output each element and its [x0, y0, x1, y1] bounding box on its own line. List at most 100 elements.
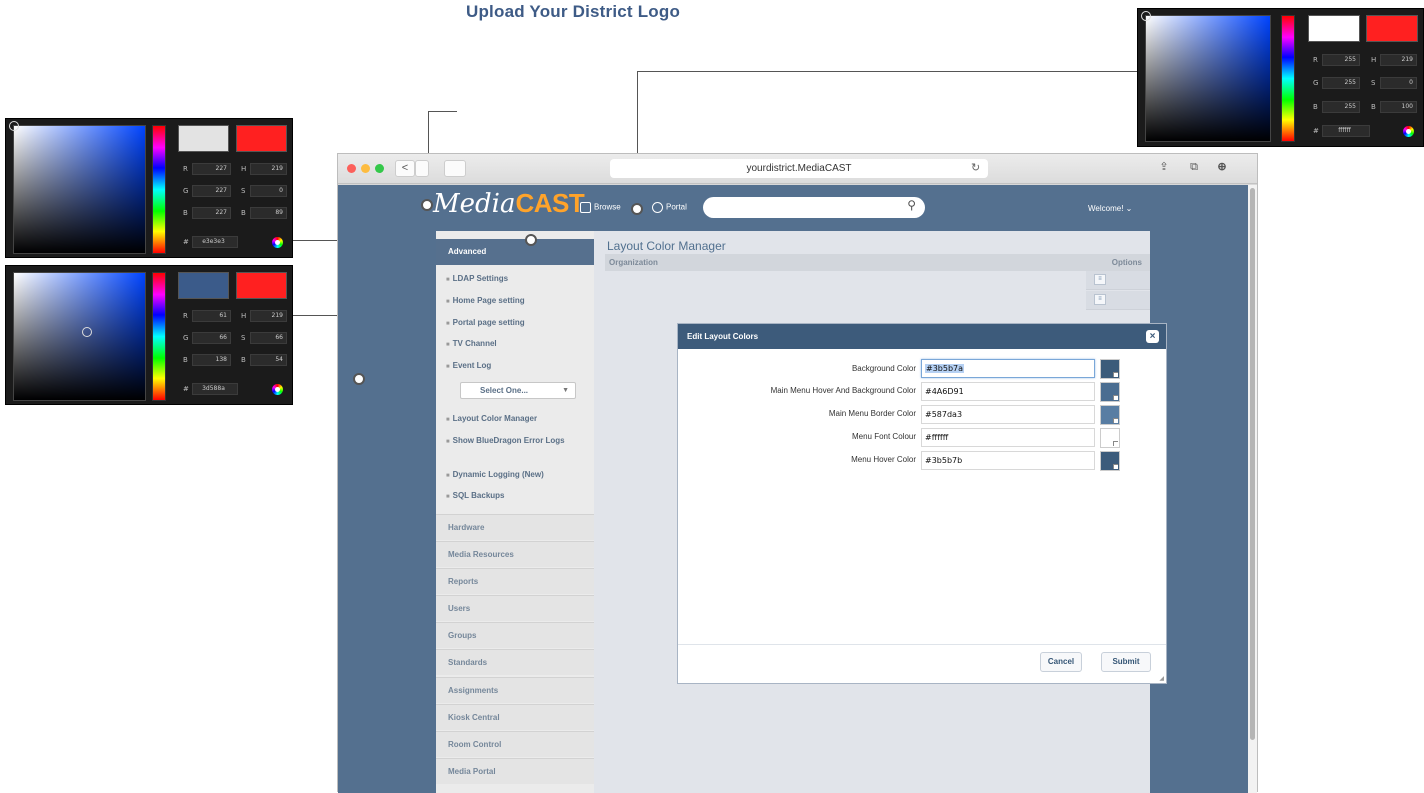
r-field[interactable]: 255 [1322, 54, 1360, 66]
saturation-brightness-field[interactable] [13, 272, 146, 401]
column-organization: Organization [609, 258, 658, 267]
cancel-button[interactable]: Cancel [1040, 652, 1082, 672]
tabs-icon[interactable]: ⧉ [1184, 160, 1204, 177]
s-field[interactable]: 0 [250, 185, 287, 197]
sidebar-section-groups[interactable]: Groups [436, 622, 594, 648]
share-icon[interactable]: ⇪ [1154, 160, 1174, 177]
color-picker-blue[interactable]: R 61 H 219 G 66 S 66 B 138 B 54 # 3d588a [5, 265, 293, 405]
portal-link[interactable]: Portal [652, 202, 687, 213]
back-button[interactable]: < [395, 160, 415, 177]
event-log-select[interactable]: Select One... ▼ [460, 382, 576, 399]
sidebar-toggle-icon[interactable] [444, 160, 466, 177]
menu-hover-bg-input[interactable]: #4A6D91 [921, 382, 1095, 401]
r-label: R [183, 165, 188, 173]
close-icon[interactable]: × [1146, 330, 1159, 343]
sidebar-item-ldap[interactable]: ■ LDAP Settings [446, 273, 508, 286]
minimize-window-button[interactable] [361, 164, 370, 173]
sidebar-item-bluedragon[interactable]: ■ Show BlueDragon Error Logs [446, 435, 578, 448]
g-field[interactable]: 66 [192, 332, 231, 344]
hue-slider[interactable] [1281, 15, 1295, 142]
forward-button[interactable] [415, 160, 429, 177]
r-field[interactable]: 61 [192, 310, 231, 322]
s-field[interactable]: 0 [1380, 77, 1417, 89]
sidebar-section-users[interactable]: Users [436, 595, 594, 621]
menu-border-input[interactable]: #587da3 [921, 405, 1095, 424]
hex-field[interactable]: 3d588a [192, 383, 238, 395]
maximize-window-button[interactable] [375, 164, 384, 173]
s-field[interactable]: 66 [250, 332, 287, 344]
menu-hover-bg-swatch[interactable] [1100, 382, 1120, 402]
g-field[interactable]: 227 [192, 185, 231, 197]
picker-cursor[interactable] [1141, 11, 1151, 21]
color-wheel-icon[interactable] [272, 384, 283, 395]
submit-button[interactable]: Submit [1101, 652, 1151, 672]
sidebar-section-media-portal[interactable]: Media Portal [436, 758, 594, 784]
sidebar-section-assignments[interactable]: Assignments [436, 677, 594, 703]
callout-marker-background [353, 373, 365, 385]
menu-font-swatch[interactable] [1100, 428, 1120, 448]
saturation-brightness-field[interactable] [9, 121, 146, 254]
h-field[interactable]: 219 [250, 310, 287, 322]
b-field[interactable]: 255 [1322, 101, 1360, 113]
hex-label: # [183, 238, 189, 246]
sidebar-item-sql-backups[interactable]: ■ SQL Backups [446, 490, 505, 503]
scrollbar-thumb[interactable] [1250, 188, 1255, 740]
reload-icon[interactable]: ↻ [971, 159, 980, 178]
download-icon[interactable]: ⊕ [1212, 160, 1232, 177]
background-color-input[interactable]: #3b5b7a [921, 359, 1095, 378]
edit-row-button[interactable]: ≡ [1094, 274, 1106, 285]
brightness-field[interactable]: 54 [250, 354, 287, 366]
hue-slider[interactable] [152, 125, 166, 254]
mediacast-app: MediaCAST Browse Portal ⚲ Welcome! ⌄ Adv… [338, 185, 1248, 793]
sidebar-section-room-control[interactable]: Room Control [436, 731, 594, 757]
hex-field[interactable]: ffffff [1322, 125, 1370, 137]
edit-row-button[interactable]: ≡ [1094, 294, 1106, 305]
resize-handle-icon[interactable]: ◢ [1159, 675, 1164, 682]
color-wheel-icon[interactable] [1403, 126, 1414, 137]
welcome-menu[interactable]: Welcome! ⌄ [1088, 204, 1132, 213]
sidebar-section-media-resources[interactable]: Media Resources [436, 541, 594, 567]
picker-cursor[interactable] [9, 121, 19, 131]
sidebar-header-advanced[interactable]: Advanced [436, 239, 594, 265]
menu-hover-input[interactable]: #3b5b7b [921, 451, 1095, 470]
b-field[interactable]: 227 [192, 207, 231, 219]
sidebar-item-home-page[interactable]: ■ Home Page setting [446, 295, 525, 308]
sidebar-item-layout-color[interactable]: ■ Layout Color Manager [446, 413, 537, 426]
g-label: G [1313, 79, 1319, 87]
background-color-swatch[interactable] [1100, 359, 1120, 379]
browse-link[interactable]: Browse [580, 202, 621, 213]
brightness-field[interactable]: 100 [1380, 101, 1417, 113]
sidebar-section-hardware[interactable]: Hardware [436, 514, 594, 540]
hue-slider[interactable] [152, 272, 166, 401]
search-icon[interactable]: ⚲ [907, 198, 916, 212]
menu-border-swatch[interactable] [1100, 405, 1120, 425]
sidebar-item-dynamic-logging[interactable]: ■ Dynamic Logging (New) [446, 469, 544, 482]
saturation-brightness-field[interactable] [1141, 11, 1271, 142]
sidebar-item-portal-page[interactable]: ■ Portal page setting [446, 317, 525, 330]
color-picker-light[interactable]: R 227 H 219 G 227 S 0 B 227 B 89 # e3e3e… [5, 118, 293, 258]
r-field[interactable]: 227 [192, 163, 231, 175]
sidebar-item-tv-channel[interactable]: ■ TV Channel [446, 338, 497, 351]
sidebar-section-reports[interactable]: Reports [436, 568, 594, 594]
sidebar-item-event-log[interactable]: ■ Event Log [446, 360, 491, 373]
address-bar[interactable]: yourdistrict.MediaCAST [610, 159, 988, 178]
search-input[interactable]: ⚲ [703, 197, 925, 218]
browser-toolbar: < yourdistrict.MediaCAST ↻ ⇪ ⧉ ⊕ [338, 154, 1257, 184]
h-field[interactable]: 219 [1380, 54, 1417, 66]
picker-cursor[interactable] [82, 327, 92, 337]
close-window-button[interactable] [347, 164, 356, 173]
brightness-field[interactable]: 89 [250, 207, 287, 219]
b-field[interactable]: 138 [192, 354, 231, 366]
g-field[interactable]: 255 [1322, 77, 1360, 89]
brightness-label: B [1371, 103, 1376, 111]
s-label: S [1371, 79, 1376, 87]
sidebar-section-kiosk-central[interactable]: Kiosk Central [436, 704, 594, 730]
sidebar-item-label: Home Page setting [452, 296, 525, 305]
sidebar-section-standards[interactable]: Standards [436, 649, 594, 675]
menu-hover-swatch[interactable] [1100, 451, 1120, 471]
menu-font-input[interactable]: #ffffff [921, 428, 1095, 447]
color-wheel-icon[interactable] [272, 237, 283, 248]
color-picker-white[interactable]: R 255 H 219 G 255 S 0 B 255 B 100 # ffff… [1137, 8, 1424, 147]
hex-field[interactable]: e3e3e3 [192, 236, 238, 248]
h-field[interactable]: 219 [250, 163, 287, 175]
